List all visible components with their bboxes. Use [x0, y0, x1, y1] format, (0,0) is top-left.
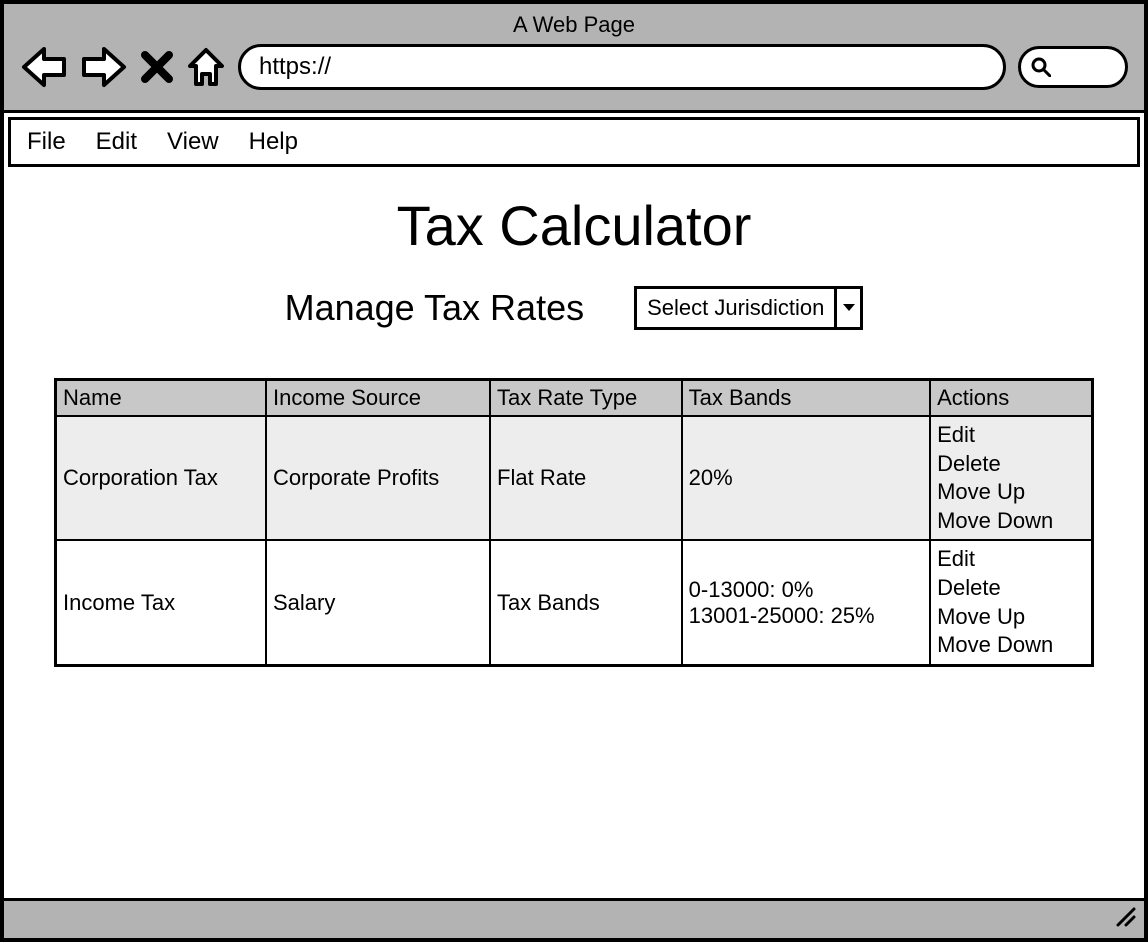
- table-row: Income Tax Salary Tax Bands 0-13000: 0% …: [56, 540, 1093, 665]
- menu-view[interactable]: View: [167, 128, 219, 156]
- table-header-row: Name Income Source Tax Rate Type Tax Ban…: [56, 380, 1093, 417]
- search-icon: [1031, 57, 1051, 77]
- cell-tax-bands: 20%: [682, 416, 930, 540]
- col-rate-type: Tax Rate Type: [490, 380, 682, 417]
- search-lozenge[interactable]: [1018, 46, 1128, 88]
- page-subtitle: Manage Tax Rates: [285, 287, 585, 329]
- close-icon[interactable]: [140, 50, 174, 84]
- menu-edit[interactable]: Edit: [96, 128, 137, 156]
- cell-name: Corporation Tax: [56, 416, 267, 540]
- col-tax-bands: Tax Bands: [682, 380, 930, 417]
- action-edit[interactable]: Edit: [937, 545, 1085, 574]
- jurisdiction-select[interactable]: Select Jurisdiction: [634, 286, 863, 330]
- home-icon[interactable]: [186, 46, 226, 88]
- cell-income-source: Salary: [266, 540, 490, 665]
- cell-actions: Edit Delete Move Up Move Down: [930, 540, 1092, 665]
- menu-bar: File Edit View Help: [8, 117, 1140, 167]
- cell-income-source: Corporate Profits: [266, 416, 490, 540]
- tax-rates-table: Name Income Source Tax Rate Type Tax Ban…: [54, 378, 1094, 667]
- browser-chrome: A Web Page: [4, 4, 1144, 113]
- menu-help[interactable]: Help: [249, 128, 298, 156]
- resize-grip-icon[interactable]: [1114, 905, 1136, 932]
- action-move-up[interactable]: Move Up: [937, 478, 1085, 507]
- subtitle-row: Manage Tax Rates Select Jurisdiction: [54, 286, 1094, 330]
- cell-actions: Edit Delete Move Up Move Down: [930, 416, 1092, 540]
- cell-tax-bands: 0-13000: 0% 13001-25000: 25%: [682, 540, 930, 665]
- cell-rate-type: Flat Rate: [490, 416, 682, 540]
- page-title: Tax Calculator: [54, 193, 1094, 258]
- browser-toolbar: https://: [20, 44, 1128, 90]
- browser-window: A Web Page: [0, 0, 1148, 942]
- page-label: A Web Page: [20, 12, 1128, 38]
- url-bar[interactable]: https://: [238, 44, 1006, 90]
- action-edit[interactable]: Edit: [937, 421, 1085, 450]
- jurisdiction-select-label: Select Jurisdiction: [637, 289, 834, 327]
- action-delete[interactable]: Delete: [937, 450, 1085, 479]
- forward-arrow-icon[interactable]: [80, 45, 128, 89]
- col-name: Name: [56, 380, 267, 417]
- content-area: Tax Calculator Manage Tax Rates Select J…: [4, 167, 1144, 898]
- status-bar: [4, 898, 1144, 938]
- action-move-down[interactable]: Move Down: [937, 631, 1085, 660]
- col-actions: Actions: [930, 380, 1092, 417]
- table-row: Corporation Tax Corporate Profits Flat R…: [56, 416, 1093, 540]
- action-delete[interactable]: Delete: [937, 574, 1085, 603]
- cell-name: Income Tax: [56, 540, 267, 665]
- col-income-source: Income Source: [266, 380, 490, 417]
- action-move-down[interactable]: Move Down: [937, 507, 1085, 536]
- cell-rate-type: Tax Bands: [490, 540, 682, 665]
- back-arrow-icon[interactable]: [20, 45, 68, 89]
- chevron-down-icon: [834, 289, 860, 327]
- action-move-up[interactable]: Move Up: [937, 603, 1085, 632]
- menu-file[interactable]: File: [27, 128, 66, 156]
- url-prefix: https://: [259, 53, 331, 81]
